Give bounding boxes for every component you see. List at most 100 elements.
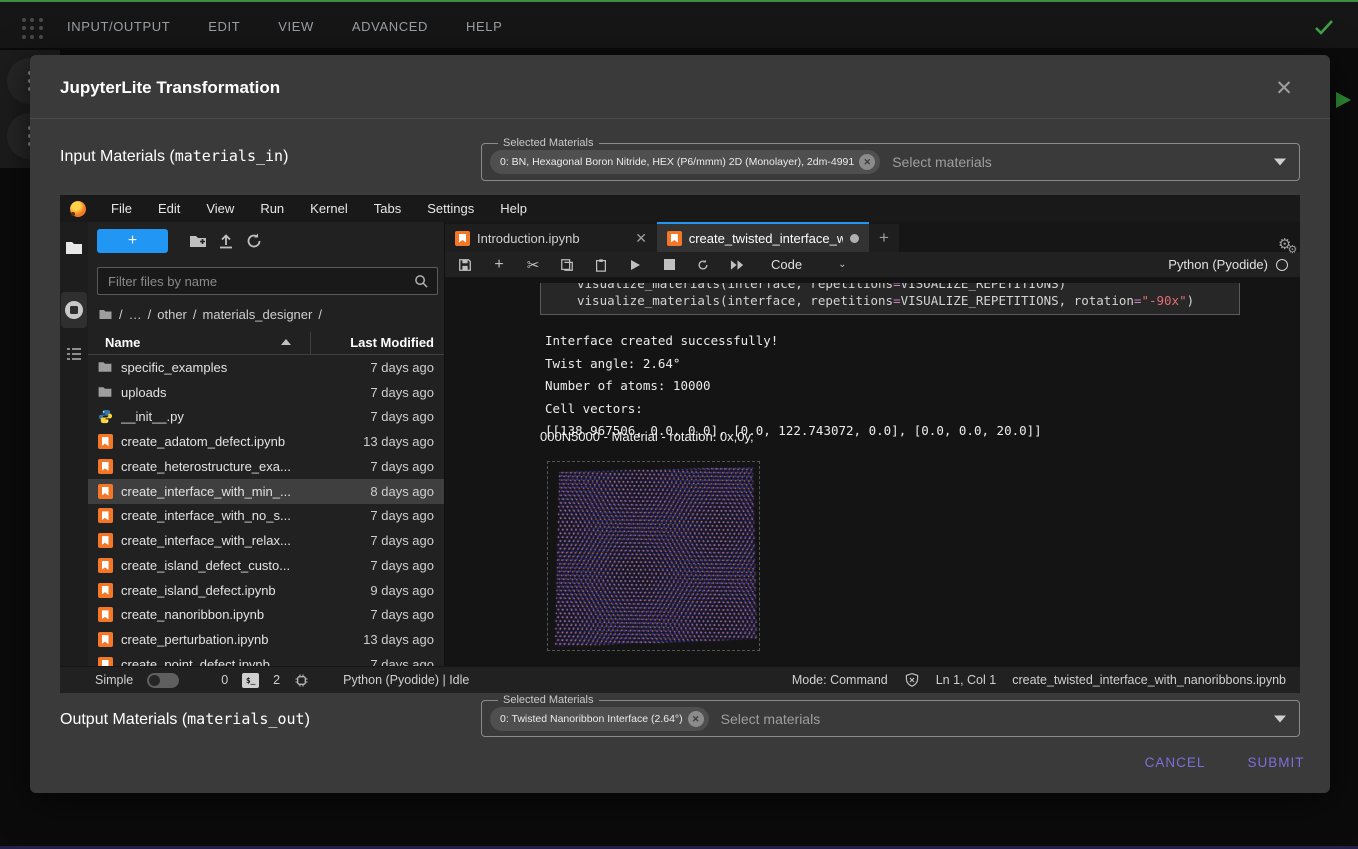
file-row[interactable]: create_island_defect.ipynb9 days ago [88, 578, 444, 603]
chevron-down-icon[interactable] [1274, 715, 1286, 722]
kernels-count[interactable]: 2 [273, 673, 280, 687]
restart-run-all-icon[interactable] [729, 257, 745, 273]
close-icon[interactable]: ✕ [1272, 78, 1296, 102]
file-row[interactable]: __init__.py7 days ago [88, 405, 444, 430]
save-icon[interactable] [457, 257, 473, 273]
notebook-icon [455, 231, 470, 246]
file-row[interactable]: create_heterostructure_exa...7 days ago [88, 454, 444, 479]
settings-gears-icon[interactable]: ⚙⚙ [1278, 235, 1301, 253]
cell-type-dropdown[interactable]: Code [771, 257, 802, 272]
success-check-icon[interactable] [1312, 15, 1336, 39]
stop-kernel-icon[interactable] [661, 257, 677, 273]
file-row[interactable]: uploads7 days ago [88, 380, 444, 405]
refresh-icon[interactable] [244, 231, 264, 251]
tab-close-icon[interactable]: ✕ [635, 230, 647, 247]
cut-cells-icon[interactable]: ✂ [525, 257, 541, 273]
jupyter-menu-run[interactable]: Run [247, 201, 297, 216]
app-menu-advanced[interactable]: ADVANCED [352, 19, 428, 34]
notebook-content[interactable]: visualize_materials(interface, repetitio… [445, 283, 1300, 666]
jupyter-menu-view[interactable]: View [193, 201, 247, 216]
jupyter-menu-help[interactable]: Help [487, 201, 540, 216]
jupyterlite-transformation-dialog: JupyterLite Transformation ✕ Input Mater… [30, 55, 1330, 793]
file-modified: 7 days ago [370, 558, 434, 573]
cursor-position[interactable]: Ln 1, Col 1 [936, 673, 996, 687]
file-row[interactable]: specific_examples7 days ago [88, 355, 444, 380]
modified-column-header[interactable]: Last Modified [350, 335, 434, 350]
output-materials-select[interactable]: Selected Materials 0: Twisted Nanoribbon… [481, 700, 1300, 737]
file-modified: 13 days ago [363, 632, 434, 647]
app-menu-input-output[interactable]: INPUT/OUTPUT [67, 19, 170, 34]
file-row[interactable]: create_island_defect_custo...7 days ago [88, 553, 444, 578]
material-chip[interactable]: 0: BN, Hexagonal Boron Nitride, HEX (P6/… [490, 150, 880, 174]
table-of-contents-icon[interactable] [64, 344, 84, 364]
chip-remove-icon[interactable]: ✕ [688, 711, 704, 727]
app-menu-help[interactable]: HELP [466, 19, 502, 34]
new-launcher-button[interactable]: + [97, 229, 168, 253]
untrusted-shield-icon[interactable] [904, 672, 920, 688]
tab-create-twisted-interface[interactable]: create_twisted_interface_w [657, 222, 869, 252]
chip-remove-icon[interactable]: ✕ [859, 154, 875, 170]
file-row[interactable]: create_interface_with_min_...8 days ago [88, 479, 444, 504]
jupyter-menu-settings[interactable]: Settings [414, 201, 487, 216]
material-chip[interactable]: 0: Twisted Nanoribbon Interface (2.64°) … [490, 707, 709, 731]
file-row[interactable]: create_nanoribbon.ipynb7 days ago [88, 603, 444, 628]
kernel-status-text[interactable]: Python (Pyodide) | Idle [343, 673, 469, 687]
folder-icon [97, 384, 113, 400]
jupyter-menu-tabs[interactable]: Tabs [361, 201, 414, 216]
restart-kernel-icon[interactable] [695, 257, 711, 273]
jupyter-menu-edit[interactable]: Edit [145, 201, 193, 216]
file-row[interactable]: create_interface_with_no_s...7 days ago [88, 504, 444, 529]
output-label-suffix: ) [305, 711, 310, 728]
file-browser-icon[interactable] [64, 238, 84, 258]
file-row[interactable]: create_perturbation.ipynb13 days ago [88, 627, 444, 652]
file-row[interactable]: create_point_defect.ipynb7 days ago [88, 652, 444, 666]
breadcrumb: /…/other/materials_designer/ [98, 305, 322, 323]
cancel-button[interactable]: CANCEL [1142, 755, 1208, 770]
select-placeholder: Select materials [892, 154, 992, 170]
file-row[interactable]: create_adatom_defect.ipynb13 days ago [88, 429, 444, 454]
submit-button[interactable]: SUBMIT [1244, 755, 1308, 770]
name-column-header[interactable]: Name [105, 335, 140, 350]
new-folder-icon[interactable] [188, 231, 208, 251]
jupyter-menu-kernel[interactable]: Kernel [297, 201, 361, 216]
notebook-icon-wrap [97, 508, 113, 524]
run-cell-icon[interactable] [627, 257, 643, 273]
breadcrumb-item[interactable]: materials_designer [203, 307, 313, 322]
file-row[interactable]: create_interface_with_relax...7 days ago [88, 528, 444, 553]
tab-bar: Introduction.ipynb ✕ create_twisted_inte… [445, 222, 1300, 252]
home-folder-icon[interactable] [98, 307, 113, 322]
filter-files-input[interactable]: Filter files by name [97, 267, 438, 295]
copy-cells-icon[interactable] [559, 257, 575, 273]
notebook-icon [667, 231, 682, 246]
chevron-down-icon[interactable] [1274, 159, 1286, 166]
running-sessions-tile[interactable] [61, 292, 87, 328]
app-menu-edit[interactable]: EDIT [208, 19, 240, 34]
new-tab-button[interactable]: + [869, 224, 899, 252]
file-name: create_island_defect_custo... [121, 558, 370, 573]
jupyter-menu-file[interactable]: File [98, 201, 145, 216]
app-grid-icon[interactable] [22, 18, 44, 40]
file-name: uploads [121, 385, 370, 400]
file-name: create_heterostructure_exa... [121, 459, 370, 474]
search-icon [414, 274, 429, 289]
paste-cells-icon[interactable] [593, 257, 609, 273]
input-materials-select[interactable]: Selected Materials 0: BN, Hexagonal Boro… [481, 143, 1300, 181]
jupyterlab-window: FileEditViewRunKernelTabsSettingsHelp + [60, 195, 1300, 693]
jupyterlite-logo-icon [70, 201, 86, 217]
input-materials-label: Input Materials (materials_in) [60, 147, 288, 166]
upload-icon[interactable] [216, 231, 236, 251]
notebook-icon [98, 533, 113, 548]
app-menu-view[interactable]: VIEW [278, 19, 314, 34]
breadcrumb-item[interactable]: … [129, 307, 142, 322]
code-cell[interactable]: visualize_materials(interface, repetitio… [540, 283, 1240, 315]
kernel-selector[interactable]: Python (Pyodide) [1168, 257, 1300, 272]
terminals-count[interactable]: 0 [221, 673, 228, 687]
notebook-icon-wrap [97, 458, 113, 474]
simple-mode-toggle[interactable] [147, 673, 179, 688]
chevron-down-icon[interactable]: ⌄ [838, 259, 846, 270]
tab-introduction[interactable]: Introduction.ipynb ✕ [445, 224, 657, 252]
breadcrumb-item[interactable]: other [157, 307, 187, 322]
insert-cell-icon[interactable]: + [491, 257, 507, 273]
play-triangle-icon[interactable] [1336, 92, 1351, 108]
simple-mode-label: Simple [95, 673, 133, 687]
